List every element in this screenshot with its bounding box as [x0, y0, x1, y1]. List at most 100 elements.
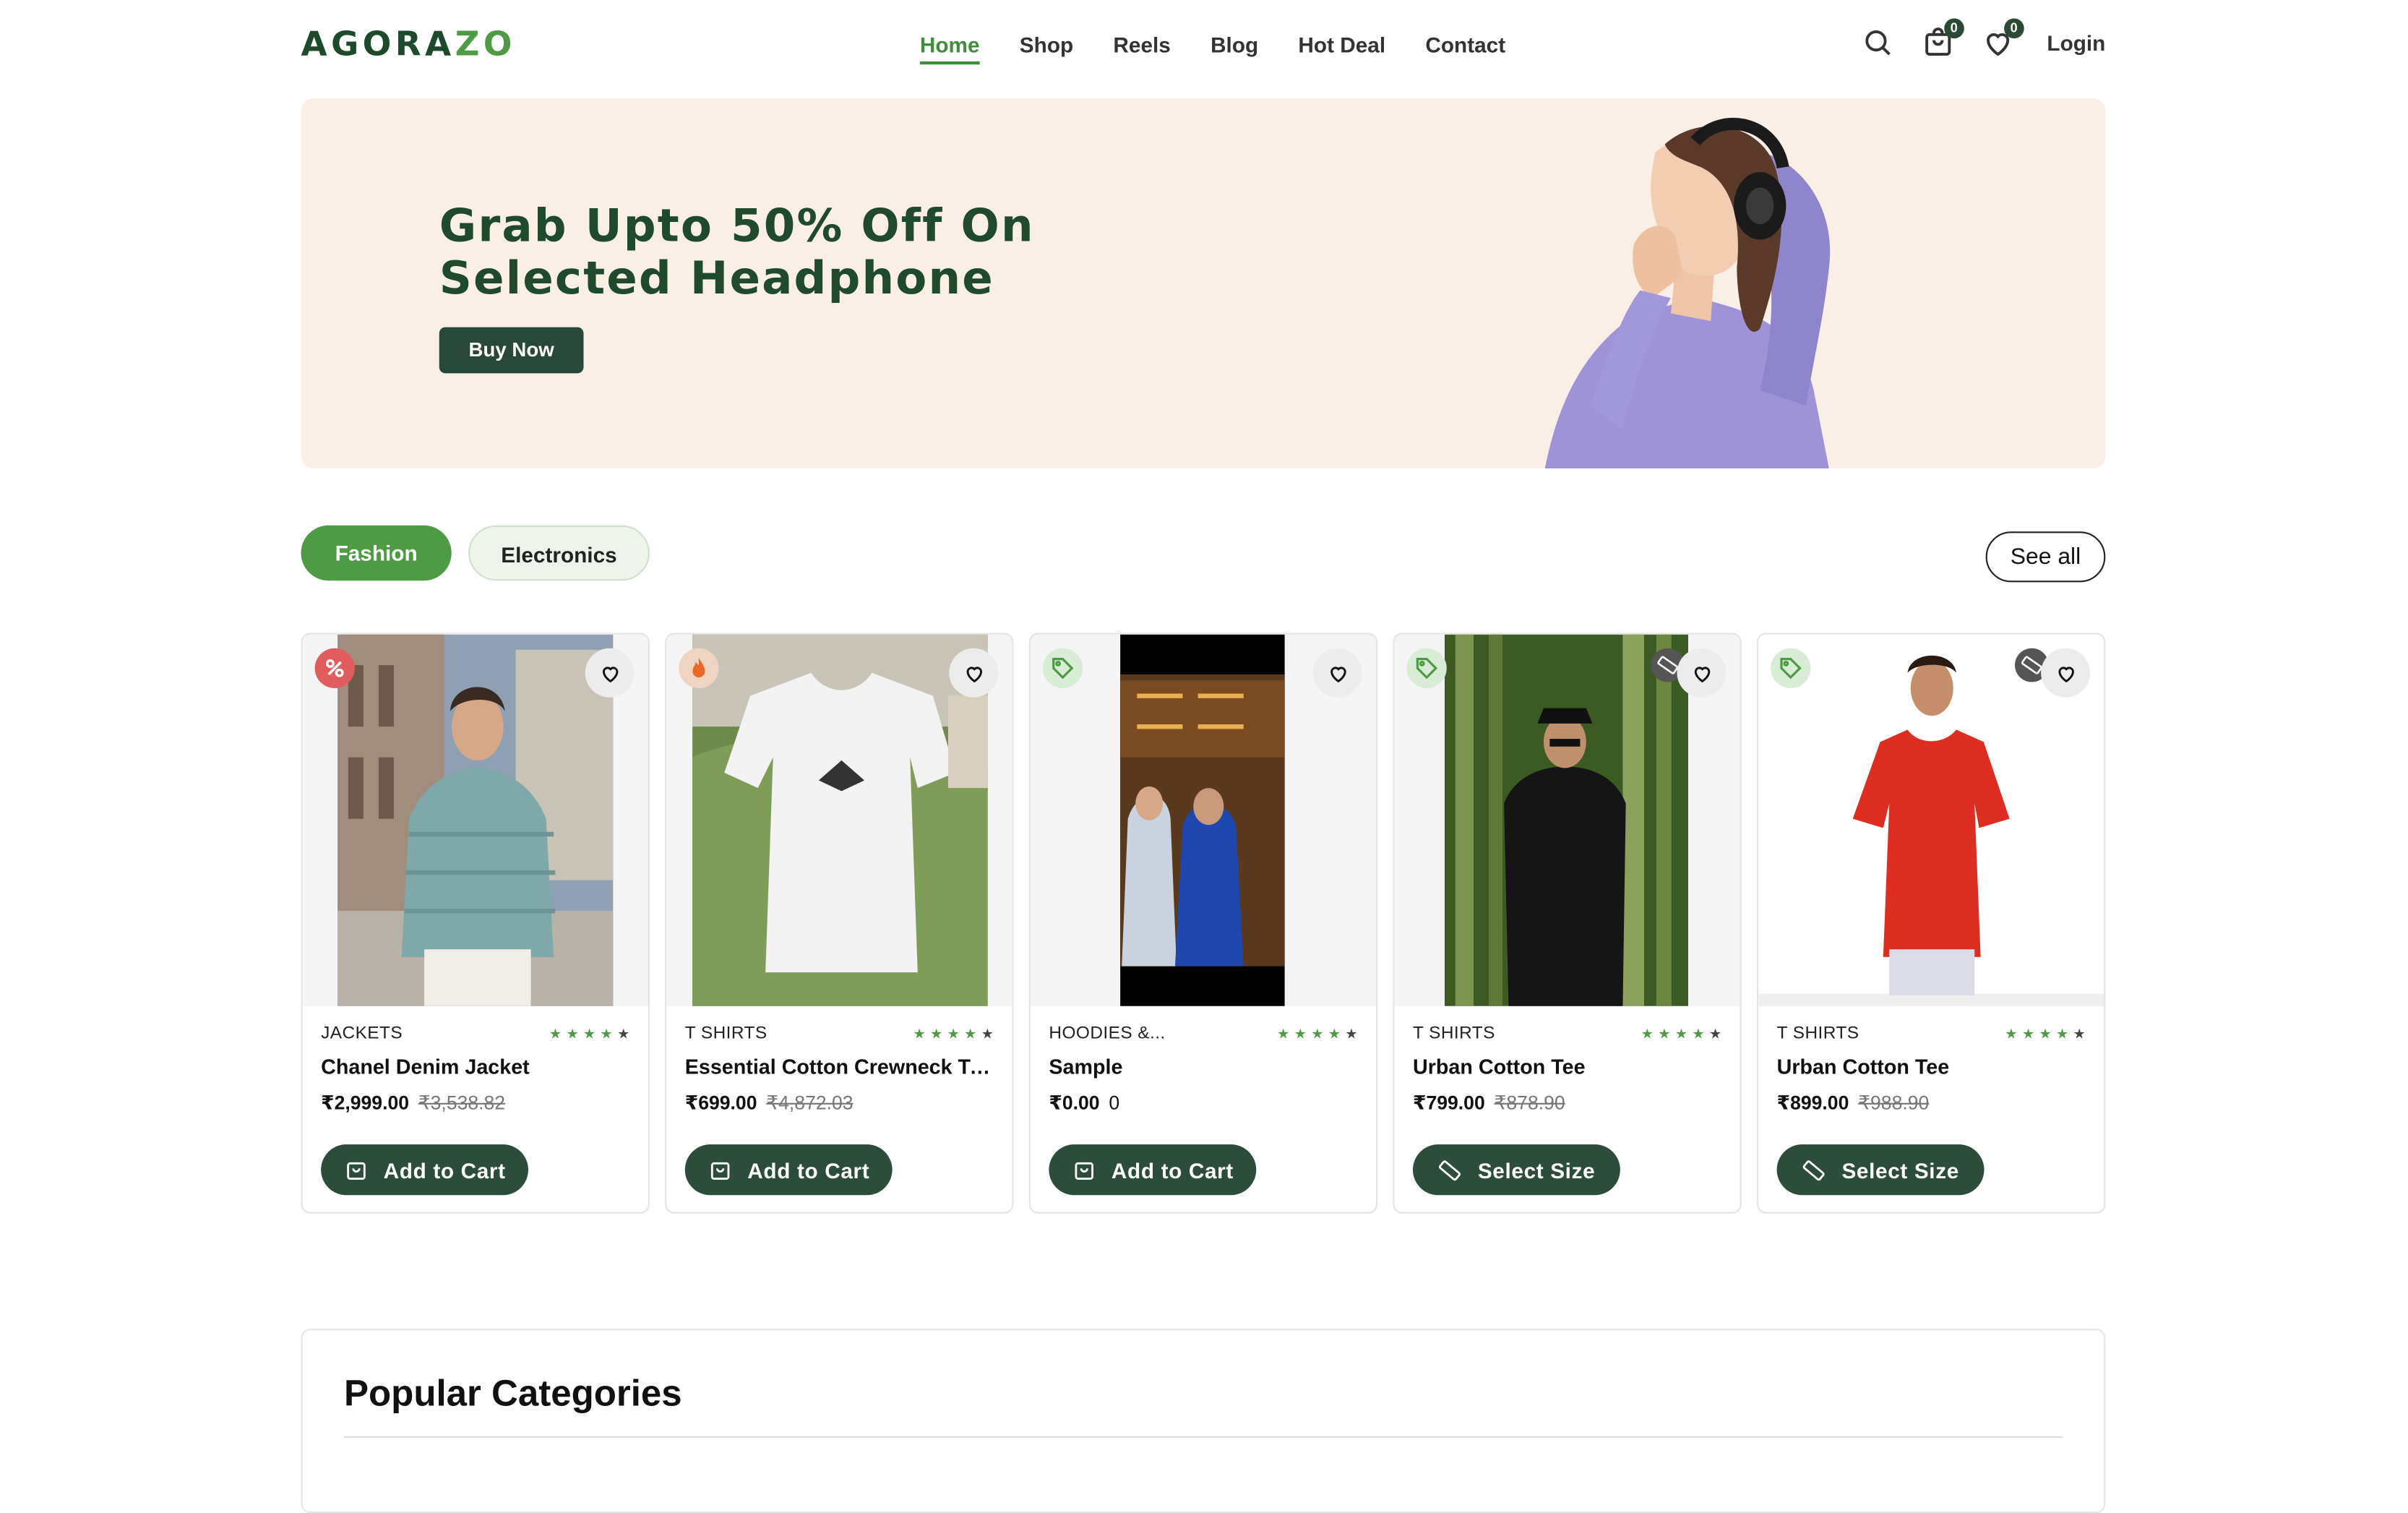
- nav-home[interactable]: Home: [919, 33, 980, 65]
- hero-title: Grab Upto 50% Off On Selected Headphone: [439, 200, 1238, 304]
- wishlist-toggle[interactable]: [1312, 648, 1362, 698]
- wishlist-button[interactable]: 0: [1981, 18, 2024, 60]
- wishlist-toggle[interactable]: [949, 648, 999, 698]
- site-header: AGORAZO Home Shop Reels Blog Hot Deal Co…: [301, 0, 2105, 93]
- nav-blog[interactable]: Blog: [1211, 33, 1258, 64]
- heart-icon: [1330, 666, 1346, 682]
- star-icon: ★: [930, 1026, 943, 1042]
- flame-icon: [692, 657, 705, 678]
- hot-badge: [679, 648, 719, 688]
- select-size-button[interactable]: Select Size: [1776, 1144, 1985, 1196]
- price-row: ₹899.00 ₹988.90: [1777, 1091, 1930, 1114]
- product-old-price: 0: [1109, 1092, 1120, 1114]
- tab-electronics[interactable]: Electronics: [468, 525, 650, 581]
- wishlist-toggle[interactable]: [1677, 648, 1727, 698]
- divider: [344, 1436, 2063, 1438]
- product-card[interactable]: T SHIRTS ★ ★ ★ ★ ★ Urban Cotton Tee ₹899.00 ₹…: [1757, 633, 2106, 1214]
- price-row: ₹699.00 ₹4,872.03: [685, 1091, 853, 1114]
- add-to-cart-label: Add to Cart: [747, 1157, 870, 1183]
- hero-headphone-model-image: [1544, 118, 1831, 469]
- product-card[interactable]: JACKETS ★ ★ ★ ★ ★ Chanel Denim Jacket ₹2,999…: [301, 633, 650, 1214]
- site-logo[interactable]: AGORAZO: [301, 26, 516, 64]
- product-name[interactable]: Chanel Denim Jacket: [321, 1055, 628, 1079]
- wishlist-count-badge: 0: [2003, 18, 2024, 39]
- star-icon: ★: [2039, 1026, 2052, 1042]
- heart-icon: [1693, 666, 1710, 682]
- select-size-button[interactable]: Select Size: [1413, 1144, 1620, 1196]
- wishlist-toggle[interactable]: [585, 648, 635, 698]
- search-button[interactable]: [1861, 26, 1895, 60]
- add-to-cart-label: Add to Cart: [383, 1157, 506, 1183]
- star-icon: ★: [583, 1026, 596, 1042]
- add-to-cart-button[interactable]: Add to Cart: [684, 1144, 893, 1196]
- add-to-cart-button[interactable]: Add to Cart: [1049, 1144, 1257, 1196]
- tag-icon: [1052, 658, 1074, 680]
- star-icon: ★: [1345, 1026, 1358, 1042]
- rating-stars: ★ ★ ★ ★ ★: [913, 1026, 994, 1043]
- ruler-icon: [1803, 1160, 1826, 1180]
- percent-icon: [325, 659, 344, 677]
- tab-fashion[interactable]: Fashion: [301, 525, 452, 581]
- search-icon: [1865, 30, 1891, 56]
- product-name[interactable]: Sample: [1049, 1055, 1356, 1079]
- product-name[interactable]: Urban Cotton Tee: [1777, 1055, 2084, 1079]
- nav-reels[interactable]: Reels: [1113, 33, 1170, 64]
- product-name[interactable]: Urban Cotton Tee: [1413, 1055, 1720, 1079]
- bag-icon: [710, 1161, 729, 1179]
- star-icon: ★: [1692, 1026, 1705, 1042]
- rating-stars: ★ ★ ★ ★ ★: [1641, 1026, 1721, 1043]
- logo-text-accent: ZO: [455, 26, 516, 65]
- price-row: ₹799.00 ₹878.90: [1413, 1091, 1565, 1114]
- product-image[interactable]: [1394, 634, 1740, 1006]
- star-icon: ★: [1708, 1026, 1722, 1042]
- star-icon: ★: [600, 1026, 613, 1042]
- star-icon: ★: [1294, 1026, 1307, 1042]
- login-link[interactable]: Login: [2047, 31, 2105, 56]
- tag-badge: [1042, 648, 1083, 688]
- star-icon: ★: [1328, 1026, 1341, 1042]
- star-icon: ★: [2021, 1026, 2035, 1042]
- add-to-cart-button[interactable]: Add to Cart: [321, 1144, 528, 1196]
- hero-title-line2: Selected Headphone: [439, 252, 994, 304]
- product-card[interactable]: T SHIRTS ★ ★ ★ ★ ★ Essential Cotton Crewneck…: [665, 633, 1014, 1214]
- heart-icon: [601, 666, 618, 682]
- cart-button[interactable]: 0: [1921, 18, 1964, 60]
- product-old-price: ₹988.90: [1858, 1092, 1930, 1114]
- product-image[interactable]: [1030, 634, 1376, 1006]
- ruler-icon: [1657, 656, 1679, 674]
- product-name[interactable]: Essential Cotton Crewneck T-...: [685, 1055, 992, 1079]
- star-icon: ★: [1658, 1026, 1671, 1042]
- star-icon: ★: [1674, 1026, 1688, 1042]
- product-card[interactable]: T SHIRTS ★ ★ ★ ★ ★ Urban Cotton Tee ₹799.00 ₹…: [1393, 633, 1742, 1214]
- logo-text: AGORA: [301, 26, 455, 65]
- star-icon: ★: [964, 1026, 977, 1042]
- product-image[interactable]: [666, 634, 1012, 1006]
- star-icon: ★: [2056, 1026, 2069, 1042]
- nav-shop[interactable]: Shop: [1020, 33, 1073, 64]
- nav-hot-deal[interactable]: Hot Deal: [1298, 33, 1385, 64]
- nav-contact[interactable]: Contact: [1425, 33, 1505, 64]
- hero-title-line1: Grab Upto 50% Off On: [439, 200, 1035, 252]
- star-icon: ★: [549, 1026, 562, 1042]
- product-card[interactable]: HOODIES &... ★ ★ ★ ★ ★ Sample ₹0.00 0 Add to …: [1028, 633, 1378, 1214]
- wishlist-toggle[interactable]: [2041, 648, 2091, 698]
- product-category: JACKETS: [321, 1024, 403, 1043]
- cart-count-badge: 0: [1944, 18, 1964, 39]
- price-row: ₹0.00 0: [1049, 1091, 1119, 1114]
- hero-banner: Grab Upto 50% Off On Selected Headphone …: [301, 98, 2106, 469]
- star-icon: ★: [566, 1026, 579, 1042]
- star-icon: ★: [1277, 1026, 1290, 1042]
- see-all-button[interactable]: See all: [1985, 531, 2106, 583]
- star-icon: ★: [617, 1026, 630, 1042]
- main-nav: Home Shop Reels Blog Hot Deal Contact: [919, 33, 1505, 65]
- star-icon: ★: [981, 1026, 994, 1042]
- buy-now-button[interactable]: Buy Now: [439, 327, 584, 374]
- product-price: ₹699.00: [684, 1092, 757, 1114]
- product-old-price: ₹3,538.82: [418, 1092, 506, 1114]
- tag-icon: [1416, 658, 1438, 680]
- bag-icon: [346, 1161, 366, 1179]
- product-old-price: ₹878.90: [1494, 1092, 1565, 1114]
- product-image[interactable]: [302, 634, 648, 1006]
- product-image[interactable]: [1758, 634, 2104, 1006]
- product-category: T SHIRTS: [684, 1024, 767, 1043]
